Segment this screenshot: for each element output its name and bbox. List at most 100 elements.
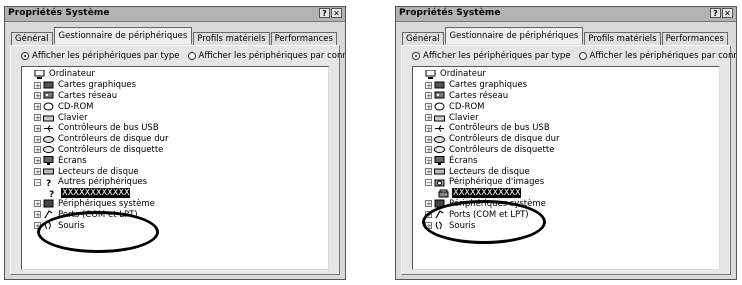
tree-item-label: Souris bbox=[58, 220, 85, 231]
usb-icon bbox=[435, 125, 444, 132]
close-button[interactable]: ✕ bbox=[331, 8, 342, 18]
expand-plus-icon[interactable]: + bbox=[34, 168, 41, 176]
tree-item[interactable]: + Lecteurs de disque bbox=[34, 166, 169, 177]
tree-item-label: Autres périphériques bbox=[58, 177, 147, 188]
tree-item[interactable]: + Contrôleurs de disque dur bbox=[425, 134, 560, 145]
display-adapter-icon bbox=[434, 81, 445, 89]
tree-item[interactable]: + Clavier bbox=[34, 112, 169, 123]
tree-item[interactable]: + Clavier bbox=[425, 112, 560, 123]
tree-root[interactable]: Ordinateur bbox=[25, 69, 169, 80]
tree-item[interactable]: + Périphériques système bbox=[425, 199, 560, 210]
expand-plus-icon[interactable]: + bbox=[34, 103, 41, 111]
expand-plus-icon[interactable]: + bbox=[425, 81, 432, 89]
expand-plus-icon[interactable]: + bbox=[425, 92, 432, 100]
help-button[interactable]: ? bbox=[319, 8, 330, 18]
expand-plus-icon[interactable]: + bbox=[34, 114, 41, 122]
expand-plus-icon[interactable]: + bbox=[34, 124, 41, 132]
tab-hardware-profiles[interactable]: Profils matériels bbox=[193, 32, 270, 46]
radio-view-by-connection[interactable]: Afficher les périphériques par connexion bbox=[187, 51, 345, 61]
tree-item[interactable]: + Contrôleurs de disquette bbox=[34, 145, 169, 156]
expand-plus-icon[interactable]: + bbox=[425, 157, 432, 165]
window-title: Propriétés Système bbox=[399, 8, 501, 18]
tree-item[interactable]: + Contrôleurs de disque dur bbox=[34, 134, 169, 145]
tree-root-label: Ordinateur bbox=[440, 69, 486, 80]
device-tree[interactable]: Ordinateur + Cartes graphiques + Cartes ré… bbox=[21, 66, 329, 270]
radio-view-by-type-label: Afficher les périphériques par type bbox=[423, 51, 571, 61]
tree-item-label: Lecteurs de disque bbox=[449, 166, 530, 177]
title-bar: Propriétés Système ? ✕ bbox=[5, 7, 345, 22]
hard-disk-controller-icon bbox=[434, 135, 445, 143]
tab-hardware-profiles[interactable]: Profils matériels bbox=[584, 32, 661, 46]
tree-item[interactable]: + Contrôleurs de bus USB bbox=[425, 123, 560, 134]
tree-root[interactable]: Ordinateur bbox=[416, 69, 560, 80]
system-properties-window-right: Propriétés Système ? ✕ Général Gestionna… bbox=[395, 6, 737, 280]
expand-plus-icon[interactable]: + bbox=[425, 124, 432, 132]
expand-plus-icon[interactable]: + bbox=[34, 211, 41, 219]
tree-root-label: Ordinateur bbox=[49, 69, 95, 80]
tree-item-label: Contrôleurs de disquette bbox=[449, 144, 555, 155]
tree-item-label: Cartes graphiques bbox=[449, 80, 528, 91]
tree-item-expanded[interactable]: − Périphérique d'images bbox=[425, 177, 560, 188]
tree-item[interactable]: + Périphériques système bbox=[34, 199, 169, 210]
expand-plus-icon[interactable]: + bbox=[34, 222, 41, 230]
tree-item[interactable]: + CD-ROM bbox=[34, 101, 169, 112]
expand-plus-icon[interactable]: + bbox=[34, 92, 41, 100]
expand-plus-icon[interactable]: + bbox=[34, 135, 41, 143]
expand-plus-icon[interactable]: + bbox=[34, 81, 41, 89]
tree-item[interactable]: + Cartes réseau bbox=[425, 91, 560, 102]
tree-item[interactable]: + Cartes réseau bbox=[34, 91, 169, 102]
device-manager-panel: Afficher les périphériques par type Affi… bbox=[401, 45, 736, 275]
tree-item-label: Périphérique d'images bbox=[449, 177, 545, 188]
tree-item[interactable]: + Souris bbox=[34, 220, 169, 231]
expand-plus-icon[interactable]: + bbox=[425, 103, 432, 111]
expand-plus-icon[interactable]: + bbox=[425, 200, 432, 208]
tab-device-manager[interactable]: Gestionnaire de périphériques bbox=[444, 27, 584, 44]
radio-view-by-type[interactable]: Afficher les périphériques par type bbox=[412, 51, 571, 61]
tree-item-label: Périphériques système bbox=[58, 198, 155, 209]
radio-view-by-type[interactable]: Afficher les périphériques par type bbox=[21, 51, 180, 61]
tree-item[interactable]: + Lecteurs de disque bbox=[425, 166, 560, 177]
tab-general[interactable]: Général bbox=[402, 32, 444, 46]
tree-child-selected[interactable]: XXXXXXXXXXXX bbox=[438, 188, 560, 199]
radio-view-by-connection[interactable]: Afficher les périphériques par connexion bbox=[578, 51, 736, 61]
expand-plus-icon[interactable]: + bbox=[34, 146, 41, 154]
tab-general[interactable]: Général bbox=[11, 32, 53, 46]
expand-plus-icon[interactable]: + bbox=[425, 135, 432, 143]
tree-item[interactable]: + Souris bbox=[425, 220, 560, 231]
unknown-device-icon: ? bbox=[49, 190, 54, 198]
tree-item[interactable]: + Contrôleurs de disquette bbox=[425, 145, 560, 156]
expand-plus-icon[interactable]: + bbox=[425, 146, 432, 154]
tree-item[interactable]: + Ports (COM et LPT) bbox=[425, 209, 560, 220]
keyboard-icon bbox=[434, 115, 445, 122]
tree-item[interactable]: + Cartes graphiques bbox=[425, 80, 560, 91]
tab-performance[interactable]: Performances bbox=[661, 32, 728, 46]
mouse-icon bbox=[435, 221, 442, 230]
tree-child-selected[interactable]: ? XXXXXXXXXXXX bbox=[47, 188, 169, 199]
radio-unselected-icon bbox=[187, 52, 196, 60]
tree-item[interactable]: + Écrans bbox=[425, 155, 560, 166]
svg-text:?: ? bbox=[49, 190, 54, 198]
tree-item-label: Clavier bbox=[449, 112, 479, 123]
tree-item[interactable]: + Contrôleurs de bus USB bbox=[34, 123, 169, 134]
tab-device-manager[interactable]: Gestionnaire de périphériques bbox=[53, 27, 193, 44]
tree-item-label: CD-ROM bbox=[58, 101, 94, 112]
expand-plus-icon[interactable]: + bbox=[34, 200, 41, 208]
expand-plus-icon[interactable]: + bbox=[425, 211, 432, 219]
tab-performance[interactable]: Performances bbox=[270, 32, 337, 46]
tree-item-label: Souris bbox=[449, 220, 476, 231]
collapse-minus-icon[interactable]: − bbox=[34, 178, 41, 186]
collapse-minus-icon[interactable]: − bbox=[425, 178, 432, 186]
tree-item[interactable]: + Écrans bbox=[34, 155, 169, 166]
close-button[interactable]: ✕ bbox=[722, 8, 733, 18]
tree-item[interactable]: + Ports (COM et LPT) bbox=[34, 209, 169, 220]
expand-plus-icon[interactable]: + bbox=[425, 222, 432, 230]
expand-plus-icon[interactable]: + bbox=[425, 168, 432, 176]
device-tree[interactable]: Ordinateur + Cartes graphiques + Cartes ré… bbox=[412, 66, 720, 270]
tree-item[interactable]: + Cartes graphiques bbox=[34, 80, 169, 91]
expand-plus-icon[interactable]: + bbox=[425, 114, 432, 122]
expand-plus-icon[interactable]: + bbox=[34, 157, 41, 165]
tree-item-label: Contrôleurs de disquette bbox=[58, 144, 164, 155]
tree-item-expanded[interactable]: −? Autres périphériques bbox=[34, 177, 169, 188]
tree-item[interactable]: + CD-ROM bbox=[425, 101, 560, 112]
help-button[interactable]: ? bbox=[710, 8, 721, 18]
